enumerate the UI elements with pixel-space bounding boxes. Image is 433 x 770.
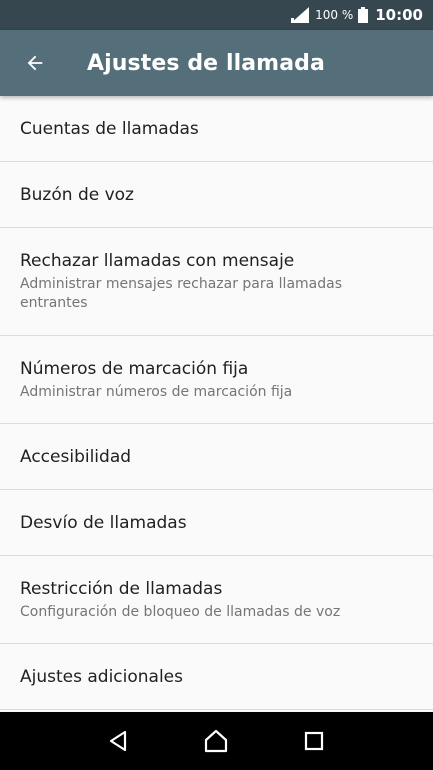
- list-item-subtitle: Administrar números de marcación fija: [20, 383, 293, 400]
- list-item-title: Cuentas de llamadas: [20, 118, 199, 139]
- list-item-rechazar-llamadas[interactable]: Rechazar llamadas con mensaje Administra…: [0, 228, 433, 336]
- list-item-ajustes-adicionales[interactable]: Ajustes adicionales: [0, 644, 433, 710]
- list-item-title: Accesibilidad: [20, 446, 132, 467]
- list-item-numeros-marcacion-fija[interactable]: Números de marcación fija Administrar nú…: [0, 336, 433, 424]
- recents-square-icon: [305, 731, 324, 751]
- list-item-title: Desvío de llamadas: [20, 512, 187, 533]
- back-triangle-icon: [109, 730, 126, 752]
- battery-icon: [358, 7, 369, 23]
- back-button[interactable]: [0, 30, 70, 96]
- nav-back-button[interactable]: [99, 721, 139, 761]
- signal-icon: [291, 7, 310, 23]
- list-item-subtitle: Configuración de bloqueo de llamadas de …: [20, 603, 341, 620]
- list-item-title: Rechazar llamadas con mensaje: [20, 251, 295, 271]
- list-item-title: Ajustes adicionales: [20, 666, 184, 687]
- list-item-cuentas-de-llamadas[interactable]: Cuentas de llamadas: [0, 96, 433, 162]
- screen: 100 % 10:00 Ajustes de llamada Cuentas d…: [0, 0, 433, 770]
- list-item-subtitle: Administrar mensajes rechazar para llama…: [20, 276, 343, 311]
- status-clock: 10:00: [375, 6, 423, 24]
- list-item-accesibilidad[interactable]: Accesibilidad: [0, 424, 433, 490]
- page-title: Ajustes de llamada: [87, 50, 325, 76]
- list-item-buzon-de-voz[interactable]: Buzón de voz: [0, 162, 433, 228]
- list-item-title: Números de marcación fija: [20, 358, 249, 379]
- battery-percent: 100 %: [315, 8, 354, 22]
- list-item-restriccion-de-llamadas[interactable]: Restricción de llamadas Configuración de…: [0, 556, 433, 644]
- list-item-desvio-de-llamadas[interactable]: Desvío de llamadas: [0, 490, 433, 556]
- status-bar: 100 % 10:00: [0, 0, 433, 30]
- arrow-back-icon: [27, 55, 43, 71]
- settings-list: Cuentas de llamadas Buzón de voz Rechaza…: [0, 96, 433, 710]
- navigation-bar: [0, 712, 433, 770]
- list-item-title: Buzón de voz: [20, 184, 134, 205]
- nav-home-button[interactable]: [196, 721, 236, 761]
- nav-recents-button[interactable]: [294, 721, 334, 761]
- app-bar: Ajustes de llamada: [0, 30, 433, 96]
- list-item-title: Restricción de llamadas: [20, 578, 223, 599]
- home-icon: [205, 729, 228, 753]
